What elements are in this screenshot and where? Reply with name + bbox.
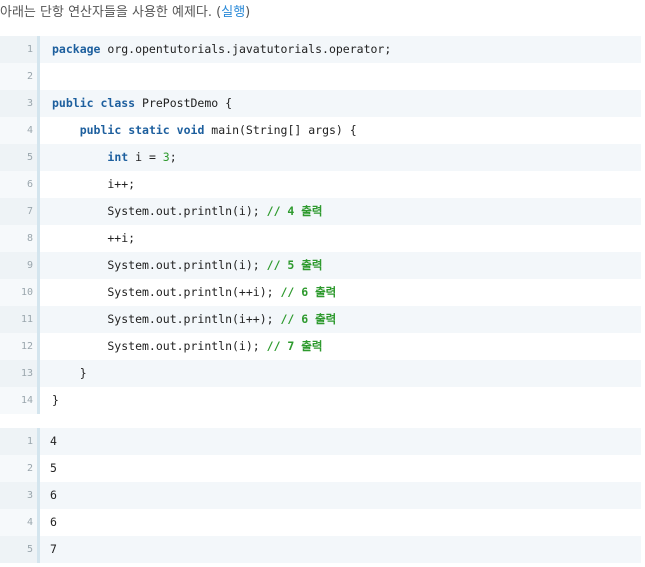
code-line: 7 System.out.println(i); // 4 출력 [0,198,641,225]
output-line: 14 [0,428,641,455]
code-text: public class PrePostDemo { [40,90,641,117]
code-token-keyword: public [79,123,122,137]
code-token-plain: System.out.println(++i); [52,285,281,299]
code-token-plain: i = [128,150,163,164]
line-number: 1 [0,36,40,63]
code-text: } [40,360,641,387]
output-line: 57 [0,536,641,563]
line-number: 1 [0,428,40,455]
output-text: 7 [40,536,641,563]
code-line: 11 System.out.println(i++); // 6 출력 [0,306,641,333]
code-text: i++; [40,171,641,198]
code-text: System.out.println(i); // 7 출력 [40,333,641,360]
line-number: 9 [0,252,40,279]
code-token-comment: // 6 출력 [280,285,337,299]
code-token-plain: i++; [52,177,136,191]
code-line: 6 i++; [0,171,641,198]
code-token-keyword: public [52,96,94,110]
line-number: 2 [0,63,40,90]
line-number: 11 [0,306,40,333]
output-line: 36 [0,482,641,509]
line-number: 6 [0,171,40,198]
output-text: 5 [40,455,641,482]
code-token-plain: PrePostDemo { [135,96,233,110]
code-token-plain: System.out.println(i); [52,204,267,218]
line-number: 4 [0,509,40,536]
code-line: 13 } [0,360,641,387]
code-token-comment: // 6 출력 [280,312,337,326]
line-number: 13 [0,360,40,387]
output-line: 46 [0,509,641,536]
code-token-plain: org.opentutorials.javatutorials.operator… [100,42,392,56]
output-line: 25 [0,455,641,482]
line-number: 14 [0,387,40,414]
code-line: 10 System.out.println(++i); // 6 출력 [0,279,641,306]
code-text: public static void main(String[] args) { [40,117,641,144]
code-text: System.out.println(++i); // 6 출력 [40,279,641,306]
code-line: 3 public class PrePostDemo { [0,90,641,117]
code-token-comment: // 5 출력 [266,258,323,272]
code-line: 2 [0,63,641,90]
code-token-keyword: package [52,42,101,56]
code-line: 12 System.out.println(i); // 7 출력 [0,333,641,360]
line-number: 2 [0,455,40,482]
output-text: 4 [40,428,641,455]
code-text: System.out.println(i++); // 6 출력 [40,306,641,333]
code-token-plain: ; [169,150,177,164]
code-token-keyword: static [128,123,170,137]
line-number: 10 [0,279,40,306]
line-number: 3 [0,90,40,117]
line-number: 5 [0,536,40,563]
intro-text: 아래는 단항 연산자들을 사용한 예제다. (실행) [0,3,250,23]
code-text: System.out.println(i); // 5 출력 [40,252,641,279]
code-text: } [40,387,641,414]
intro-sentence: 아래는 단항 연산자들을 사용한 예제다. ( [0,5,222,20]
line-number: 4 [0,117,40,144]
code-text: System.out.println(i); // 4 출력 [40,198,641,225]
code-token-keyword: void [176,123,205,137]
code-line: 5 int i = 3; [0,144,641,171]
code-line: 4 public static void main(String[] args)… [0,117,641,144]
output-text: 6 [40,509,641,536]
code-token-plain: System.out.println(i); [52,339,267,353]
code-text: int i = 3; [40,144,641,171]
code-token-comment: // 7 출력 [266,339,323,353]
run-link[interactable]: 실행 [221,5,245,20]
code-token-plain: System.out.println(i); [52,258,267,272]
code-token-plain: ++i; [52,231,136,245]
line-number: 3 [0,482,40,509]
code-token-plain: System.out.println(i++); [52,312,281,326]
code-line: 14} [0,387,641,414]
code-token-plain: main(String[] args) { [204,123,357,137]
code-text: package org.opentutorials.javatutorials.… [40,36,641,63]
line-number: 5 [0,144,40,171]
intro-close-paren: ) [245,5,251,20]
code-line: 8 ++i; [0,225,641,252]
line-number: 7 [0,198,40,225]
code-text [40,63,641,90]
code-line: 9 System.out.println(i); // 5 출력 [0,252,641,279]
code-text: ++i; [40,225,641,252]
code-token-plain: } [52,393,59,407]
code-line: 1 package org.opentutorials.javatutorials… [0,36,641,63]
code-block: 1 package org.opentutorials.javatutorials… [0,36,641,414]
code-token-keyword: class [100,96,136,110]
line-number: 8 [0,225,40,252]
output-block: 1425364657 [0,428,641,563]
code-token-number: 3 [162,150,170,164]
code-token-keyword: int [107,150,129,164]
line-number: 12 [0,333,40,360]
code-token-plain: } [52,366,87,380]
output-text: 6 [40,482,641,509]
code-token-comment: // 4 출력 [266,204,323,218]
